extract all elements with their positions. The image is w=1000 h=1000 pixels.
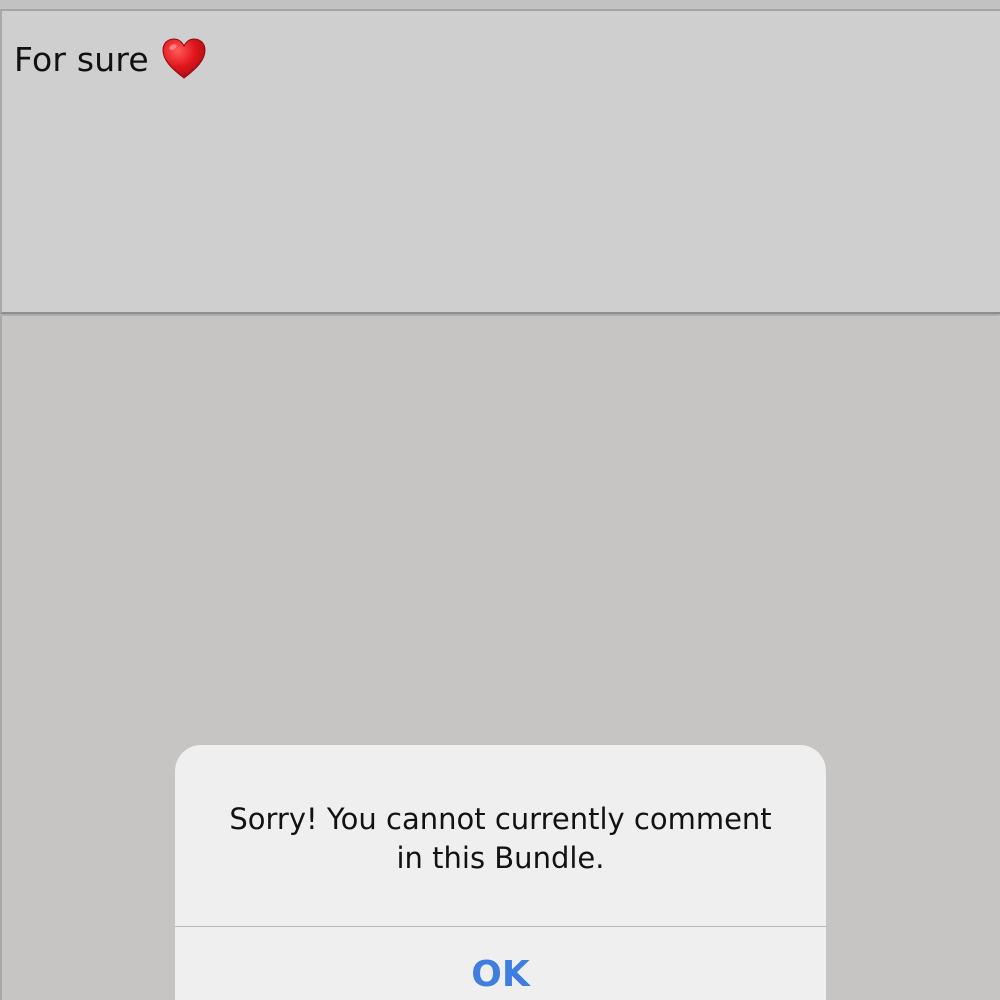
comment-text: For sure — [14, 39, 149, 79]
ok-button[interactable]: OK — [175, 927, 826, 1000]
comment-panel: For sure — [0, 11, 1000, 314]
top-strip — [0, 0, 1000, 11]
comment-row: For sure — [14, 37, 207, 81]
alert-message: Sorry! You cannot currently comment in t… — [229, 802, 772, 875]
alert-dialog: Sorry! You cannot currently comment in t… — [175, 745, 826, 1000]
heart-icon — [161, 37, 207, 81]
